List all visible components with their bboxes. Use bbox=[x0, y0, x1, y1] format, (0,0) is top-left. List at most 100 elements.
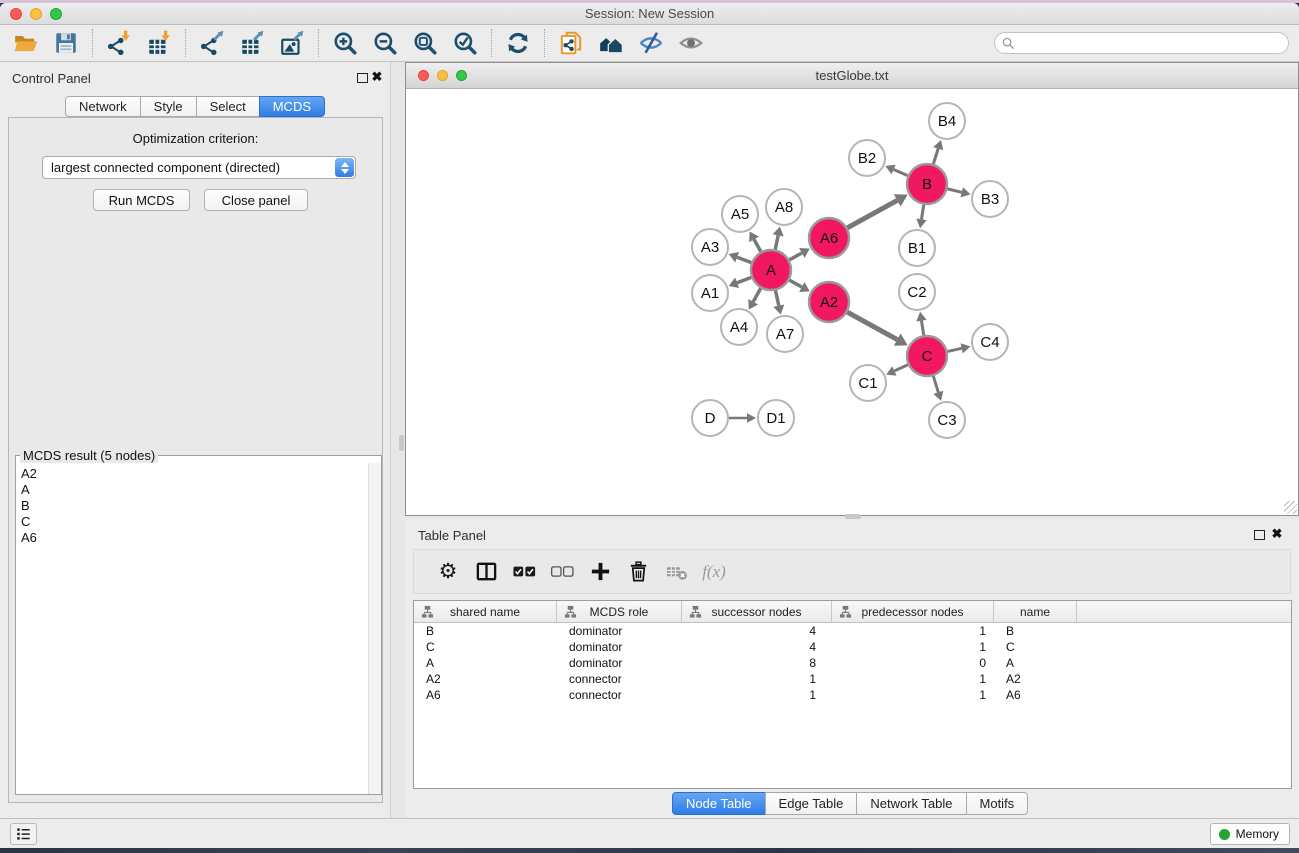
table-row[interactable]: A6 connector 1 1 A6 bbox=[414, 687, 1291, 703]
column-header-mcds-role[interactable]: MCDS role bbox=[557, 601, 682, 622]
criterion-dropdown[interactable]: largest connected component (directed) bbox=[42, 156, 356, 179]
graph-edge[interactable] bbox=[933, 149, 938, 164]
graph-edge[interactable] bbox=[894, 170, 908, 176]
tab-edge-table[interactable]: Edge Table bbox=[765, 792, 858, 815]
hide-panels-button[interactable] bbox=[631, 27, 671, 59]
show-columns-button[interactable] bbox=[467, 554, 505, 590]
add-column-button[interactable] bbox=[581, 554, 619, 590]
float-panel-icon[interactable] bbox=[357, 73, 368, 83]
graph-edge[interactable] bbox=[894, 365, 908, 371]
float-panel-icon[interactable] bbox=[1254, 530, 1265, 540]
save-floppy-icon bbox=[53, 30, 79, 56]
show-panels-button[interactable] bbox=[671, 27, 711, 59]
result-scrollbar[interactable] bbox=[368, 463, 381, 794]
zoom-fit-button[interactable] bbox=[405, 27, 445, 59]
list-item[interactable]: A6 bbox=[21, 530, 368, 546]
delete-table-button[interactable] bbox=[657, 554, 695, 590]
table-row[interactable]: C dominator 4 1 C bbox=[414, 639, 1291, 655]
memory-status-icon bbox=[1219, 829, 1230, 840]
zoom-out-button[interactable] bbox=[365, 27, 405, 59]
task-history-button[interactable] bbox=[10, 823, 37, 845]
run-mcds-button[interactable]: Run MCDS bbox=[93, 189, 190, 211]
refresh-view-button[interactable] bbox=[498, 27, 538, 59]
export-network-button[interactable] bbox=[192, 27, 232, 59]
control-panel: Control Panel ✖ Network Style Select MCD… bbox=[0, 62, 391, 818]
table-row[interactable]: A2 connector 1 1 A2 bbox=[414, 671, 1291, 687]
open-session-button[interactable] bbox=[6, 27, 46, 59]
graph-edge[interactable] bbox=[737, 257, 751, 262]
zoom-selected-icon bbox=[452, 30, 478, 56]
graph-node-label: C2 bbox=[907, 284, 926, 301]
table-row[interactable]: B dominator 4 1 B bbox=[414, 623, 1291, 639]
list-item[interactable]: A2 bbox=[21, 466, 368, 482]
table-settings-button[interactable]: ⚙ bbox=[429, 554, 467, 590]
tab-mcds[interactable]: MCDS bbox=[259, 96, 325, 117]
list-item[interactable]: B bbox=[21, 498, 368, 514]
graph-node-label: D1 bbox=[766, 410, 785, 427]
graph-edge[interactable] bbox=[921, 321, 923, 336]
graph-node-label: B4 bbox=[938, 113, 956, 130]
close-panel-icon[interactable]: ✖ bbox=[1269, 525, 1285, 543]
tab-motifs[interactable]: Motifs bbox=[966, 792, 1029, 815]
export-table-button[interactable] bbox=[232, 27, 272, 59]
graph-edge[interactable] bbox=[947, 189, 961, 192]
import-network-button[interactable] bbox=[99, 27, 139, 59]
graph-edge[interactable] bbox=[754, 239, 761, 251]
graph-edge[interactable] bbox=[737, 277, 751, 282]
control-panel-tabs: Network Style Select MCDS bbox=[65, 96, 325, 117]
graph-edge[interactable] bbox=[753, 288, 761, 301]
graph-edge-arrowhead bbox=[961, 187, 971, 197]
graph-node-label: C bbox=[922, 348, 933, 365]
network-canvas[interactable]: AA1A2A3A4A5A6A7A8BB1B2B3B4CC1C2C3C4DD1 bbox=[406, 89, 1298, 515]
search-input[interactable] bbox=[1019, 34, 1288, 52]
graph-edge[interactable] bbox=[921, 205, 923, 220]
import-network-icon bbox=[106, 30, 132, 56]
network-window-titlebar[interactable]: testGlobe.txt bbox=[406, 63, 1298, 89]
panel-splitter-handle[interactable] bbox=[399, 435, 404, 451]
zoom-in-button[interactable] bbox=[325, 27, 365, 59]
column-header-name[interactable]: name bbox=[994, 601, 1077, 622]
clone-network-icon bbox=[558, 30, 584, 56]
list-item[interactable]: C bbox=[21, 514, 368, 530]
graph-edge[interactable] bbox=[789, 280, 801, 287]
control-panel-title: Control Panel bbox=[12, 71, 91, 86]
zoom-selected-button[interactable] bbox=[445, 27, 485, 59]
delete-column-button[interactable] bbox=[619, 554, 657, 590]
graph-edge[interactable] bbox=[775, 291, 778, 306]
clone-network-button[interactable] bbox=[551, 27, 591, 59]
tab-style[interactable]: Style bbox=[140, 96, 197, 117]
graph-edge[interactable] bbox=[847, 312, 897, 339]
export-image-button[interactable] bbox=[272, 27, 312, 59]
deselect-all-rows-button[interactable] bbox=[543, 554, 581, 590]
graph-edge[interactable] bbox=[789, 253, 801, 260]
graph-edge[interactable] bbox=[847, 200, 897, 227]
table-toolbar: ⚙ bbox=[413, 549, 1291, 594]
tab-network-table[interactable]: Network Table bbox=[856, 792, 966, 815]
column-header-predecessor-nodes[interactable]: predecessor nodes bbox=[832, 601, 994, 622]
import-table-button[interactable] bbox=[139, 27, 179, 59]
close-panel-button[interactable]: Close panel bbox=[204, 189, 308, 211]
table-header-row: shared name MCDS role successor nodes pr… bbox=[414, 601, 1291, 623]
table-row[interactable]: A dominator 8 0 A bbox=[414, 655, 1291, 671]
save-session-button[interactable] bbox=[46, 27, 86, 59]
tab-network[interactable]: Network bbox=[65, 96, 141, 117]
tab-node-table[interactable]: Node Table bbox=[672, 792, 766, 815]
network-graph[interactable]: AA1A2A3A4A5A6A7A8BB1B2B3B4CC1C2C3C4DD1 bbox=[406, 89, 1298, 515]
memory-button[interactable]: Memory bbox=[1210, 823, 1290, 845]
column-header-shared-name[interactable]: shared name bbox=[414, 601, 557, 622]
workspace: Control Panel ✖ Network Style Select MCD… bbox=[0, 62, 1299, 818]
close-panel-icon[interactable]: ✖ bbox=[369, 68, 385, 86]
home-layout-button[interactable] bbox=[591, 27, 631, 59]
column-header-successor-nodes[interactable]: successor nodes bbox=[682, 601, 832, 622]
export-network-icon bbox=[199, 30, 225, 56]
graph-edge[interactable] bbox=[933, 376, 938, 392]
graph-edge[interactable] bbox=[775, 235, 778, 249]
list-item[interactable]: A bbox=[21, 482, 368, 498]
select-all-rows-button[interactable] bbox=[505, 554, 543, 590]
tab-select[interactable]: Select bbox=[196, 96, 260, 117]
zoom-out-icon bbox=[372, 30, 398, 56]
function-builder-button[interactable]: f(x) bbox=[695, 554, 733, 590]
graph-edge[interactable] bbox=[947, 348, 961, 351]
search-icon bbox=[1002, 37, 1015, 50]
resize-grip-icon[interactable] bbox=[1284, 501, 1297, 514]
